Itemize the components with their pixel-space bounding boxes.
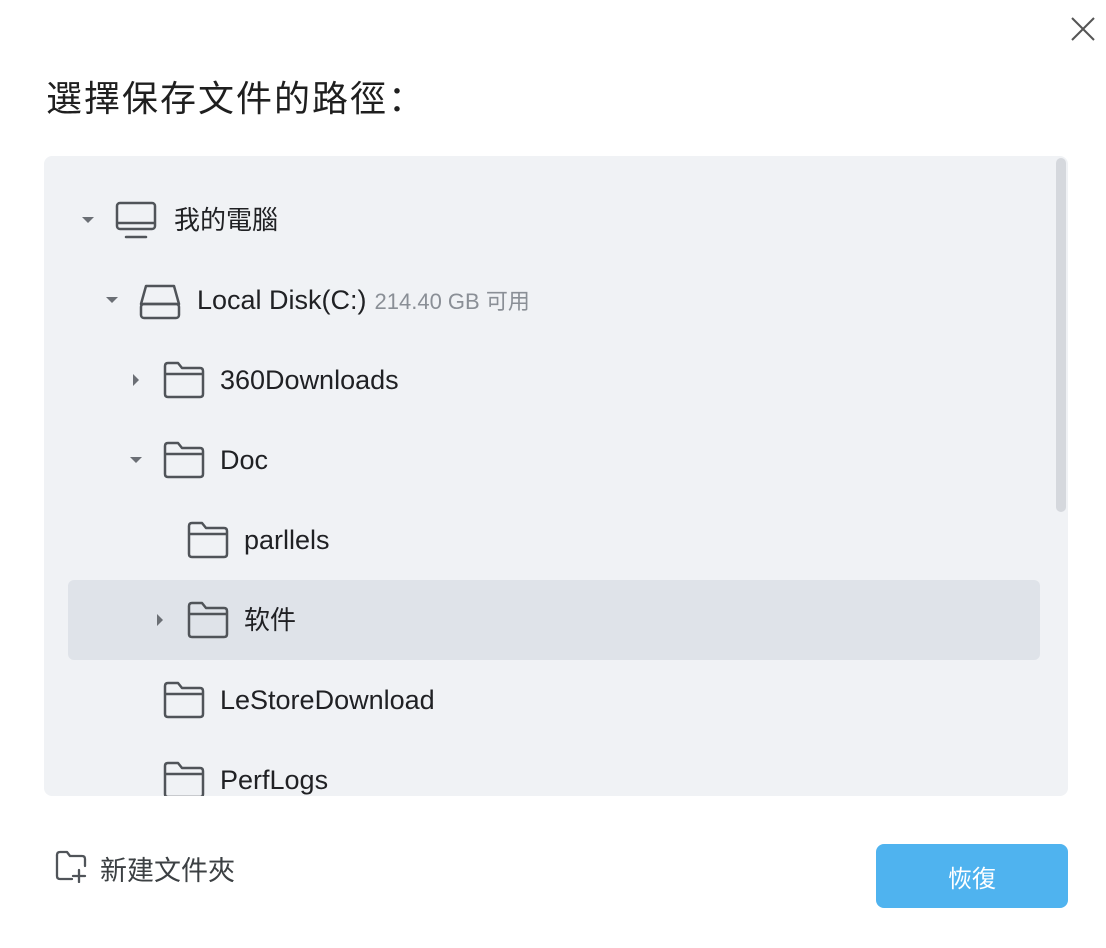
tree-item-software[interactable]: 软件 <box>68 580 1040 660</box>
new-folder-label: 新建文件夾 <box>100 855 235 886</box>
dialog-title: 選擇保存文件的路徑： <box>46 78 427 119</box>
tree-item-label: PerfLogs <box>220 765 329 795</box>
drive-icon <box>138 282 182 322</box>
tree-item-label: Doc <box>220 445 269 475</box>
folder-icon <box>162 360 206 400</box>
new-folder-button[interactable]: 新建文件夾 <box>54 846 235 890</box>
tree-item-local-disk[interactable]: Local Disk(C:) 214.40 GB 可用 <box>68 260 1040 340</box>
tree-item-label: 360Downloads <box>220 365 399 395</box>
close-icon <box>1071 17 1095 41</box>
caret-right-icon[interactable] <box>150 610 170 630</box>
tree-item-label: LeStoreDownload <box>220 685 435 715</box>
folder-icon <box>162 440 206 480</box>
tree-item-label: 软件 <box>244 605 297 635</box>
tree-item-360downloads[interactable]: 360Downloads <box>68 340 1040 420</box>
new-folder-icon <box>54 849 88 888</box>
tree-item-doc[interactable]: Doc <box>68 420 1040 500</box>
folder-tree[interactable]: 我的電腦 Local Disk(C:) 214.40 GB 可用 360Downl… <box>44 156 1068 796</box>
caret-down-icon[interactable] <box>78 210 98 230</box>
folder-icon <box>186 600 230 640</box>
free-space-text: 214.40 GB 可用 <box>374 289 530 314</box>
caret-down-icon[interactable] <box>102 290 122 310</box>
tree-item-my-computer[interactable]: 我的電腦 <box>68 180 1040 260</box>
tree-item-label: parllels <box>244 525 330 555</box>
vertical-scrollbar[interactable] <box>1056 156 1068 796</box>
computer-icon <box>114 200 158 242</box>
scrollbar-thumb[interactable] <box>1056 158 1066 512</box>
tree-item-perflogs[interactable]: PerfLogs <box>68 740 1040 796</box>
tree-item-parllels[interactable]: parllels <box>68 500 1040 580</box>
folder-icon <box>162 760 206 796</box>
folder-icon <box>162 680 206 720</box>
close-button[interactable] <box>1066 12 1100 46</box>
folder-icon <box>186 520 230 560</box>
tree-item-label: 我的電腦 <box>174 205 279 235</box>
caret-right-icon[interactable] <box>126 370 146 390</box>
tree-item-lestoredownload[interactable]: LeStoreDownload <box>68 660 1040 740</box>
tree-item-label: Local Disk(C:) <box>197 285 367 315</box>
caret-down-icon[interactable] <box>126 450 146 470</box>
restore-button[interactable]: 恢復 <box>876 844 1068 908</box>
